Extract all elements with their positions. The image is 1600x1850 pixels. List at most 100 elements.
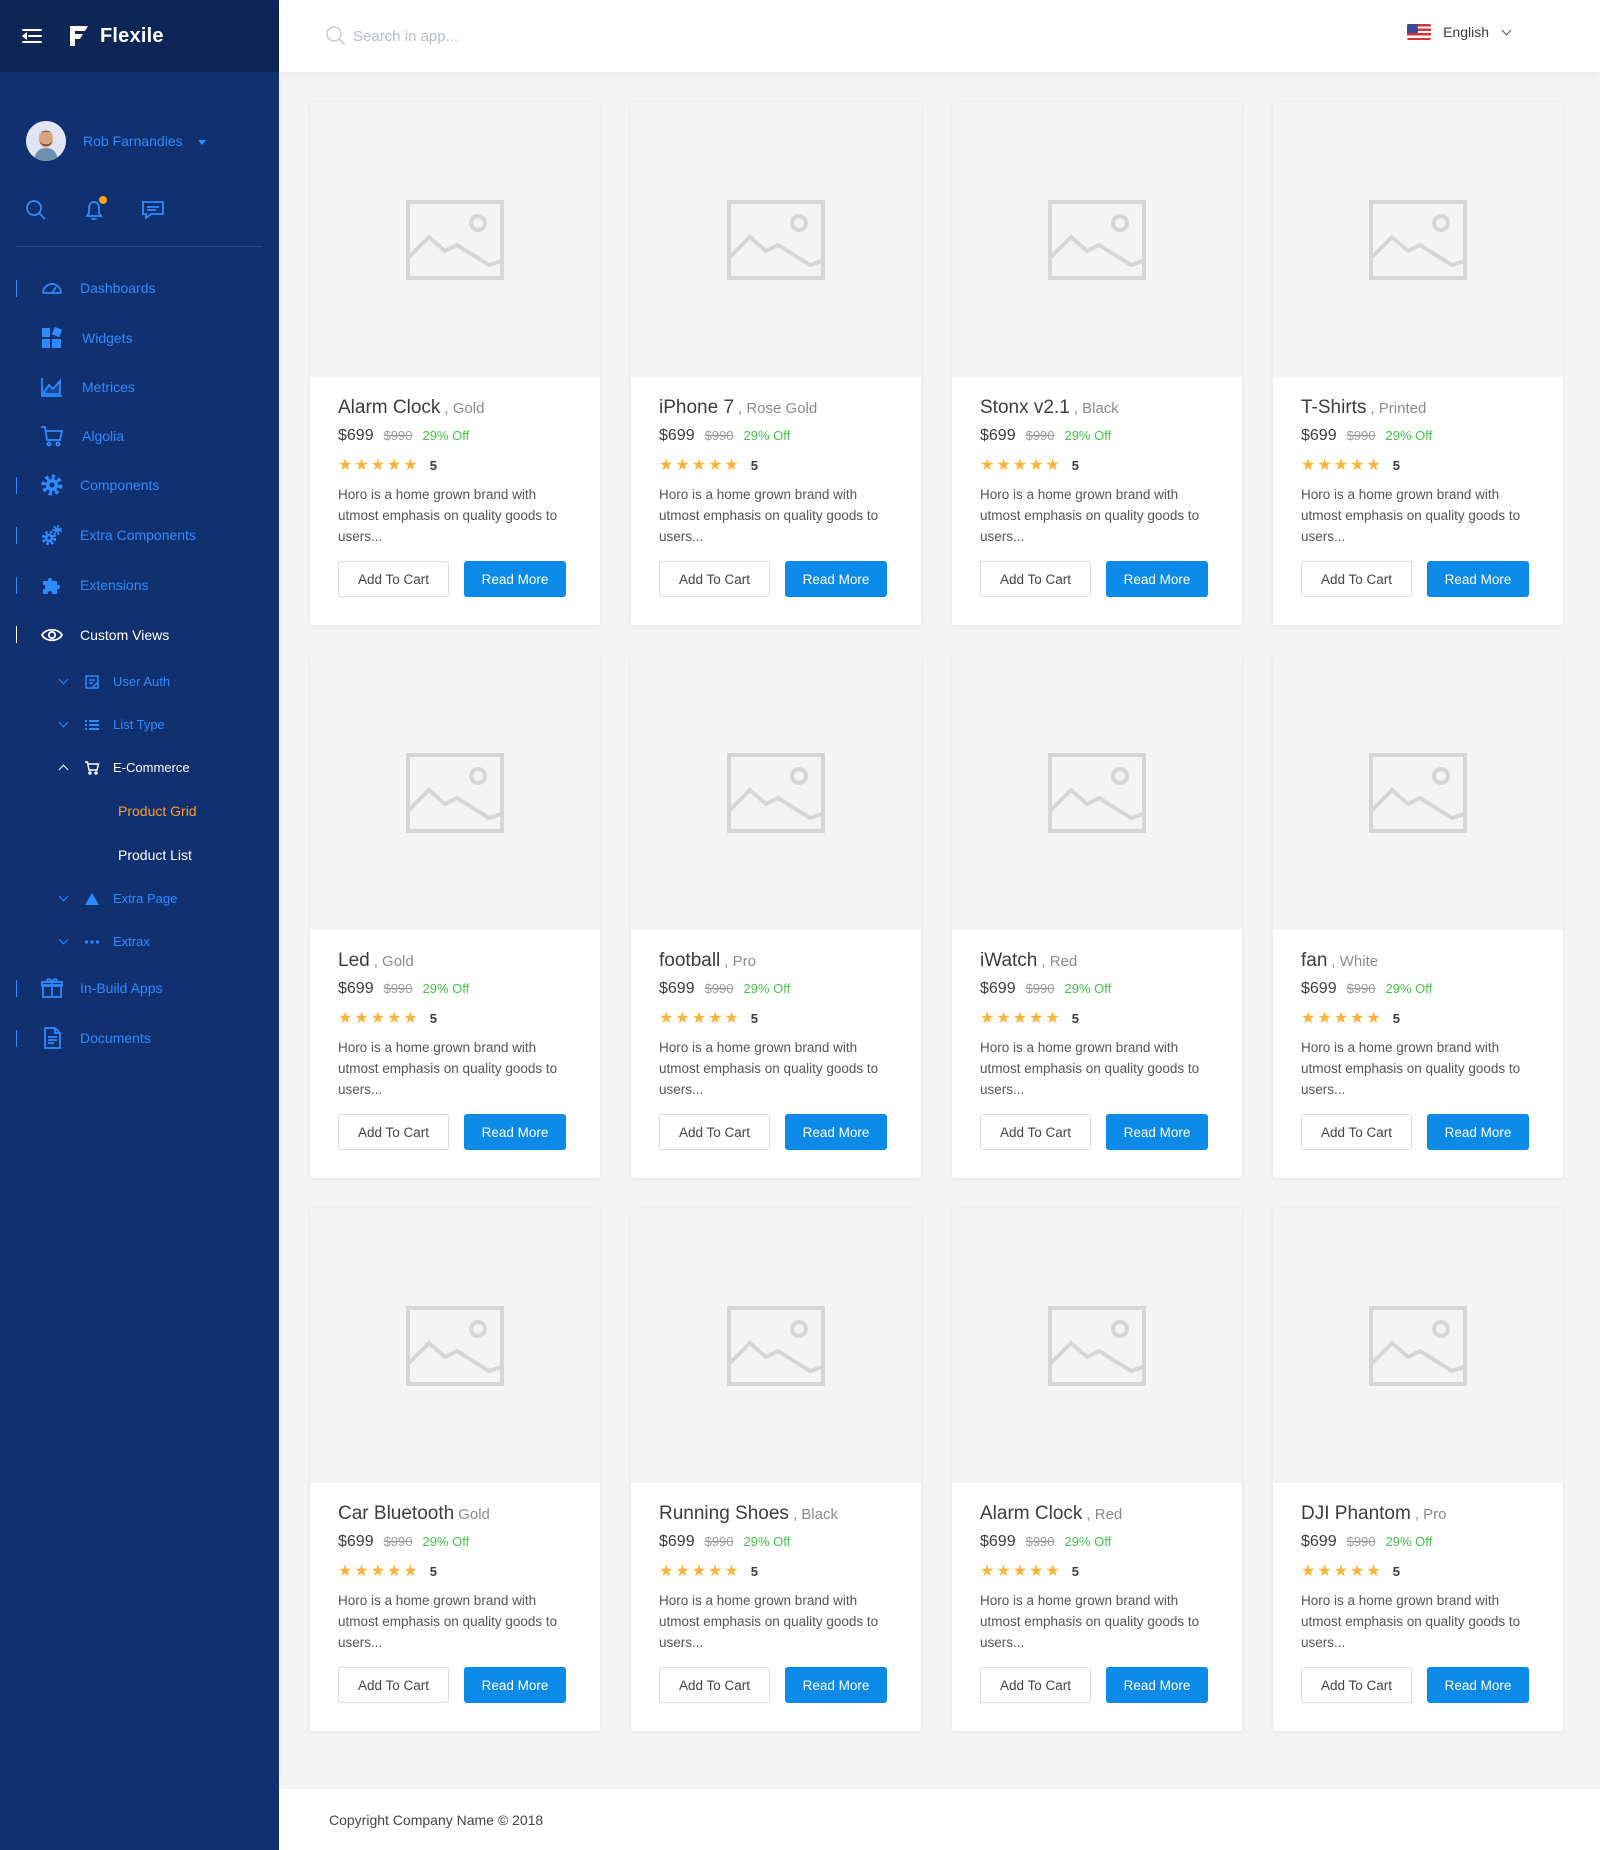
search-input[interactable] — [353, 27, 653, 45]
rating-value: 5 — [1392, 457, 1400, 473]
product-name[interactable]: Running Shoes — [659, 1503, 789, 1525]
read-more-button[interactable]: Read More — [785, 1667, 887, 1703]
product-image[interactable] — [310, 655, 600, 930]
search-box[interactable] — [325, 25, 653, 47]
menu-icon[interactable] — [22, 27, 44, 45]
product-image[interactable] — [952, 102, 1242, 377]
form-icon — [83, 673, 101, 691]
product-name[interactable]: iWatch — [980, 950, 1037, 972]
sidebar-item-custom-views[interactable]: Custom Views — [0, 610, 279, 660]
search-icon[interactable] — [24, 198, 48, 222]
add-to-cart-button[interactable]: Add To Cart — [338, 1667, 449, 1703]
product-name[interactable]: iPhone 7 — [659, 397, 734, 419]
add-to-cart-button[interactable]: Add To Cart — [659, 561, 770, 597]
product-old-price: $990 — [383, 1534, 413, 1549]
sidebar-item-product-grid[interactable]: Product Grid — [0, 789, 279, 833]
read-more-button[interactable]: Read More — [464, 1667, 566, 1703]
product-image[interactable] — [952, 1208, 1242, 1483]
read-more-button[interactable]: Read More — [1106, 1114, 1208, 1150]
sidebar-item-extensions[interactable]: Extensions — [0, 560, 279, 610]
add-to-cart-button[interactable]: Add To Cart — [659, 1114, 770, 1150]
chevron-down-icon[interactable] — [197, 139, 206, 145]
product-price: $699 — [980, 1533, 1016, 1550]
footer: Copyright Company Name © 2018 — [279, 1789, 1600, 1850]
product-grid: Alarm Clock , Gold $699 $990 29% Off ★★★… — [310, 102, 1563, 1731]
add-to-cart-button[interactable]: Add To Cart — [338, 561, 449, 597]
language-selector[interactable]: English — [1407, 24, 1512, 40]
product-name[interactable]: fan — [1301, 950, 1327, 972]
read-more-button[interactable]: Read More — [1427, 1667, 1529, 1703]
product-name[interactable]: Alarm Clock — [980, 1503, 1082, 1525]
star-icon: ★★★★★ — [338, 1563, 420, 1580]
sidebar-item-ecommerce[interactable]: E-Commerce — [0, 746, 279, 789]
sidebar-item-dashboards[interactable]: Dashboards — [0, 263, 279, 313]
read-more-button[interactable]: Read More — [464, 561, 566, 597]
product-description: Horo is a home grown brand with utmost e… — [659, 1040, 879, 1097]
rating-value: 5 — [1071, 457, 1079, 473]
sidebar-item-product-list[interactable]: Product List — [0, 833, 279, 877]
sidebar-item-algolia[interactable]: Algolia — [0, 411, 279, 460]
product-image[interactable] — [1273, 1208, 1563, 1483]
product-rating: ★★★★★ 5 — [1301, 1561, 1535, 1581]
product-rating: ★★★★★ 5 — [980, 1561, 1214, 1581]
product-name[interactable]: Car Bluetooth — [338, 1503, 454, 1525]
add-to-cart-button[interactable]: Add To Cart — [980, 561, 1091, 597]
product-image[interactable] — [310, 1208, 600, 1483]
bell-icon[interactable] — [82, 196, 107, 222]
product-price: $699 — [659, 980, 695, 997]
read-more-button[interactable]: Read More — [464, 1114, 566, 1150]
product-image[interactable] — [1273, 102, 1563, 377]
read-more-button[interactable]: Read More — [1106, 1667, 1208, 1703]
read-more-button[interactable]: Read More — [785, 561, 887, 597]
sidebar-item-extra-page[interactable]: Extra Page — [0, 877, 279, 920]
sidebar-item-extra-components[interactable]: Extra Components — [0, 510, 279, 560]
product-image[interactable] — [952, 655, 1242, 930]
puzzle-icon — [40, 573, 64, 597]
product-image[interactable] — [1273, 655, 1563, 930]
avatar[interactable] — [26, 121, 66, 161]
product-image[interactable] — [631, 1208, 921, 1483]
logo[interactable]: Flexile — [68, 24, 164, 48]
product-image[interactable] — [631, 655, 921, 930]
sidebar-item-extrax[interactable]: Extrax — [0, 920, 279, 963]
product-name[interactable]: Led — [338, 950, 370, 972]
user-name[interactable]: Rob Farnandies — [83, 133, 183, 149]
product-price: $699 — [659, 1533, 695, 1550]
chevron-down-icon — [16, 577, 17, 594]
cart-icon — [40, 424, 64, 448]
product-rating: ★★★★★ 5 — [980, 455, 1214, 475]
product-image[interactable] — [310, 102, 600, 377]
sidebar-item-documents[interactable]: Documents — [0, 1013, 279, 1063]
read-more-button[interactable]: Read More — [1106, 561, 1208, 597]
sidebar-item-widgets[interactable]: Widgets — [0, 313, 279, 362]
product-image[interactable] — [631, 102, 921, 377]
rating-value: 5 — [750, 457, 758, 473]
product-name[interactable]: Stonx v2.1 — [980, 397, 1070, 419]
product-card: Led , Gold $699 $990 29% Off ★★★★★ 5 Hor… — [310, 655, 600, 1178]
product-rating: ★★★★★ 5 — [659, 1561, 893, 1581]
product-card: Alarm Clock , Gold $699 $990 29% Off ★★★… — [310, 102, 600, 625]
sidebar-item-list-type[interactable]: List Type — [0, 703, 279, 746]
sidebar-item-user-auth[interactable]: User Auth — [0, 660, 279, 703]
product-name[interactable]: DJI Phantom — [1301, 1503, 1411, 1525]
product-old-price: $990 — [704, 981, 734, 996]
sidebar-item-components[interactable]: Components — [0, 460, 279, 510]
chat-icon[interactable] — [140, 198, 164, 222]
read-more-button[interactable]: Read More — [1427, 561, 1529, 597]
add-to-cart-button[interactable]: Add To Cart — [338, 1114, 449, 1150]
product-name[interactable]: football — [659, 950, 720, 972]
add-to-cart-button[interactable]: Add To Cart — [1301, 1114, 1412, 1150]
sidebar-item-metrices[interactable]: Metrices — [0, 362, 279, 411]
add-to-cart-button[interactable]: Add To Cart — [659, 1667, 770, 1703]
add-to-cart-button[interactable]: Add To Cart — [980, 1114, 1091, 1150]
add-to-cart-button[interactable]: Add To Cart — [1301, 1667, 1412, 1703]
user-profile[interactable]: Rob Farnandies — [0, 72, 279, 188]
sidebar-item-inbuild-apps[interactable]: In-Build Apps — [0, 963, 279, 1013]
read-more-button[interactable]: Read More — [785, 1114, 887, 1150]
product-name[interactable]: T-Shirts — [1301, 397, 1366, 419]
gear-icon — [40, 473, 64, 497]
product-name[interactable]: Alarm Clock — [338, 397, 440, 419]
add-to-cart-button[interactable]: Add To Cart — [980, 1667, 1091, 1703]
read-more-button[interactable]: Read More — [1427, 1114, 1529, 1150]
add-to-cart-button[interactable]: Add To Cart — [1301, 561, 1412, 597]
